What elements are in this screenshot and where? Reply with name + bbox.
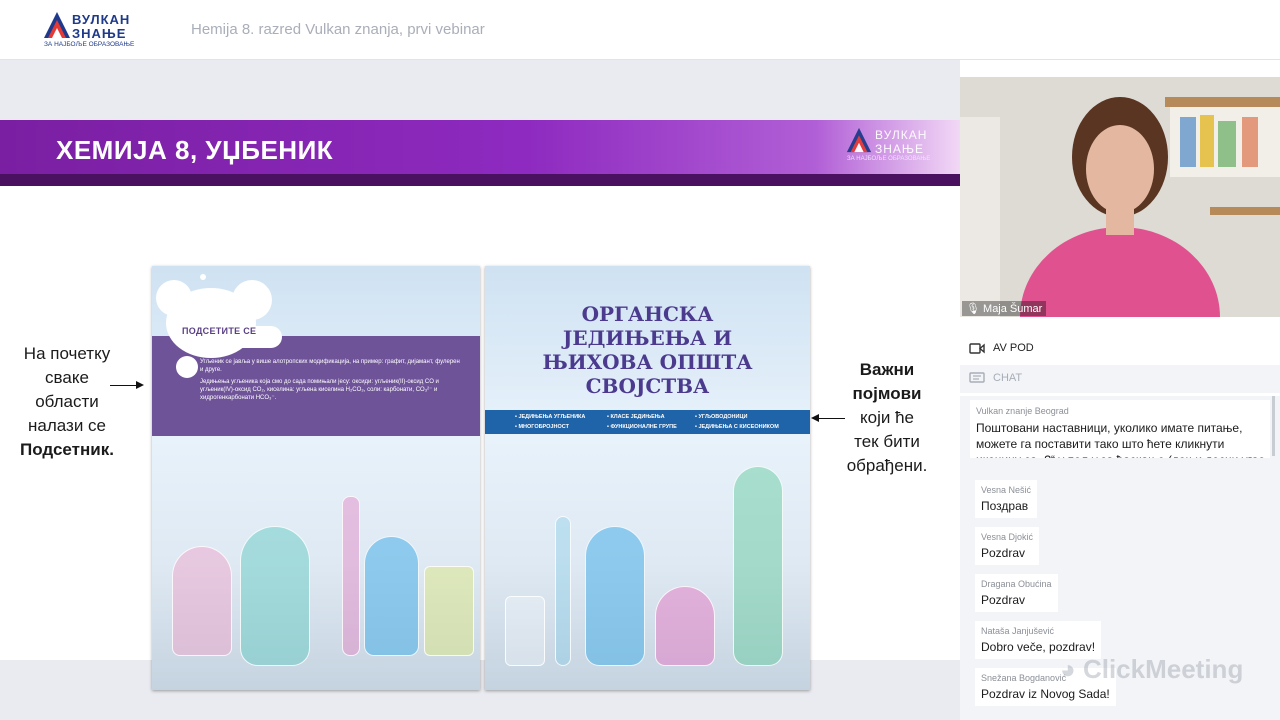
message-text: Pozdrav xyxy=(981,546,1026,560)
flask-decoration xyxy=(655,586,715,666)
pinned-message: Vulkan znanje Beograd Поштовани наставни… xyxy=(970,400,1270,458)
left-note: На почетку сваке области налази се Подсе… xyxy=(8,342,126,462)
chapter-title: ОРГАНСКА ЈЕДИЊЕЊА И ЊИХОВА ОПШТА СВОЈСТВ… xyxy=(485,302,810,398)
top-bar: ВУЛКАН ЗНАЊЕ ЗА НАЈБОЉЕ ОБРАЗОВАЊЕ Hemij… xyxy=(0,0,1280,60)
topic-item: • КЛАСЕ ЈЕДИЊЕЊА xyxy=(607,414,665,420)
message-text: Поштовани наставници, уколико имате пита… xyxy=(976,421,1265,458)
chat-area[interactable]: Vulkan znanje Beograd Поштовани наставни… xyxy=(960,396,1280,720)
message-author: Nataša Janjušević xyxy=(981,626,1055,636)
webinar-title: Hemija 8. razred Vulkan znanja, prvi veb… xyxy=(191,21,485,38)
chat-message: Dragana Obućina Pozdrav xyxy=(975,574,1058,612)
flask-decoration xyxy=(733,466,783,666)
arrow-right-icon xyxy=(110,381,144,389)
microphone-icon: 🎙 xyxy=(966,303,980,315)
reminder-bullet: Угљеник се јавља у више алотропских моди… xyxy=(200,359,460,373)
av-section-label: AV POD xyxy=(993,342,1034,354)
video-camera-icon xyxy=(969,343,985,354)
bubble-decoration xyxy=(232,280,272,320)
presentation-slide: ХЕМИЈА 8, УЏБЕНИК ВУЛКАН ЗНАЊЕ ЗА НАЈБОЉ… xyxy=(0,120,960,690)
message-text: Dobro veče, pozdrav! xyxy=(981,640,1096,654)
message-author: Vesna Djokić xyxy=(981,532,1034,542)
topic-item: • МНОГОБРОЈНОСТ xyxy=(515,424,569,430)
clickmeeting-watermark: ◕ ClickMeeting xyxy=(1060,654,1243,685)
watermark-text: ClickMeeting xyxy=(1082,654,1244,684)
presenter-name-tag: 🎙 Maja Šumar xyxy=(962,301,1047,316)
right-note-line: појмови xyxy=(852,384,922,403)
chapter-title-line: ЊИХОВА ОПШТА xyxy=(542,350,753,374)
pinned-scrollbar[interactable] xyxy=(1272,396,1275,456)
topics-band: • ЈЕДИЊЕЊА УГЉЕНИКА • КЛАСЕ ЈЕДИЊЕЊА • У… xyxy=(485,410,810,434)
chat-icon xyxy=(969,372,985,383)
chat-section-label: CHAT xyxy=(993,372,1023,384)
slide-logo-line2: ЗНАЊЕ xyxy=(875,142,925,156)
message-text: Поздрав xyxy=(981,499,1029,513)
left-note-line: области xyxy=(35,392,99,411)
clickmeeting-logo-icon: ◕ xyxy=(1060,654,1076,684)
presenter-video-image xyxy=(960,77,1280,317)
slide-header: ХЕМИЈА 8, УЏБЕНИК ВУЛКАН ЗНАЊЕ ЗА НАЈБОЉ… xyxy=(0,120,960,186)
bubble-decoration xyxy=(200,274,206,280)
right-note-line: Важни xyxy=(859,360,915,379)
chat-message: Vesna Nešić Поздрав xyxy=(975,480,1038,518)
chapter-title-line: ЈЕДИЊЕЊА И xyxy=(562,326,733,350)
vulkan-logo-icon xyxy=(44,12,70,38)
chapter-title-line: ОРГАНСКА xyxy=(581,302,714,326)
message-author: Vulkan znanje Beograd xyxy=(976,406,1069,416)
av-section[interactable]: AV POD xyxy=(960,335,1280,363)
vulkan-logo: ВУЛКАН ЗНАЊЕ ЗА НАЈБОЉЕ ОБРАЗОВАЊЕ xyxy=(42,10,152,52)
presenter-video[interactable]: 🎙 Maja Šumar xyxy=(960,77,1280,317)
topic-item: • ЈЕДИЊЕЊА УГЉЕНИКА xyxy=(515,414,586,420)
slide-stage: ХЕМИЈА 8, УЏБЕНИК ВУЛКАН ЗНАЊЕ ЗА НАЈБОЉ… xyxy=(0,60,960,720)
message-author: Dragana Obućina xyxy=(981,579,1052,589)
slide-logo-icon xyxy=(846,127,872,153)
topic-item: • ФУНКЦИОНАЛНЕ ГРУПЕ xyxy=(607,424,677,430)
presenter-name: Maja Šumar xyxy=(983,303,1043,315)
slide-logo-line1: ВУЛКАН xyxy=(875,128,928,142)
flask-decoration xyxy=(240,526,310,666)
logo-tagline: ЗА НАЈБОЉЕ ОБРАЗОВАЊЕ xyxy=(44,41,135,48)
slide-logo-tagline: ЗА НАЈБОЉЕ ОБРАЗОВАЊЕ xyxy=(847,156,931,162)
message-author: Vesna Nešić xyxy=(981,485,1032,495)
test-tube-decoration xyxy=(555,516,571,666)
logo-line2: ЗНАЊЕ xyxy=(72,26,127,41)
flask-decoration xyxy=(585,526,645,666)
beaker-decoration xyxy=(505,596,545,666)
right-note-line: обрађени. xyxy=(846,456,928,475)
topic-item: • УГЉОВОДОНИЦИ xyxy=(695,414,748,420)
chapter-title-line: СВОЈСТВА xyxy=(585,374,710,398)
chat-message: Vesna Djokić Pozdrav xyxy=(975,527,1040,565)
message-text: Pozdrav xyxy=(981,593,1026,607)
slide-logo: ВУЛКАН ЗНАЊЕ ЗА НАЈБОЉЕ ОБРАЗОВАЊЕ xyxy=(845,126,935,168)
reminder-bullet: Једињења угљеника која смо до сада помињ… xyxy=(200,379,439,401)
right-note-line: који ће xyxy=(860,408,914,427)
chat-section-header[interactable]: CHAT xyxy=(960,365,1280,393)
logo-line1: ВУЛКАН xyxy=(72,12,131,27)
arrow-left-icon xyxy=(811,414,845,422)
reminder-title: ПОДСЕТИТЕ СЕ xyxy=(182,326,257,336)
left-note-line: налази се xyxy=(28,416,106,435)
topic-item: • ЈЕДИЊЕЊА С КИСЕОНИКОМ xyxy=(695,424,779,430)
side-panel: 🎙 Maja Šumar AV POD CHAT Vulkan znanje B… xyxy=(960,60,1280,720)
right-note-line: тек бити xyxy=(854,432,920,451)
left-note-line: Подсетник. xyxy=(20,440,114,459)
bubble-decoration xyxy=(176,356,198,378)
left-note-line: На почетку xyxy=(23,344,111,363)
right-note: Важни појмови који ће тек бити обрађени. xyxy=(836,358,938,478)
slide-title: ХЕМИЈА 8, УЏБЕНИК xyxy=(56,135,334,165)
test-tube-decoration xyxy=(342,496,360,656)
message-text: Pozdrav iz Novog Sada! xyxy=(981,687,1110,701)
book-page-left: ПОДСЕТИТЕ СЕ Угљеник се јавља у више ало… xyxy=(152,266,480,690)
left-note-line: сваке xyxy=(45,368,89,387)
flask-decoration xyxy=(172,546,232,656)
slide-header-band xyxy=(0,174,960,186)
reminder-text: Угљеник се јавља у више алотропских моди… xyxy=(200,358,460,406)
beaker-decoration xyxy=(424,566,474,656)
book-page-right: ОРГАНСКА ЈЕДИЊЕЊА И ЊИХОВА ОПШТА СВОЈСТВ… xyxy=(485,266,810,690)
flask-decoration xyxy=(364,536,419,656)
